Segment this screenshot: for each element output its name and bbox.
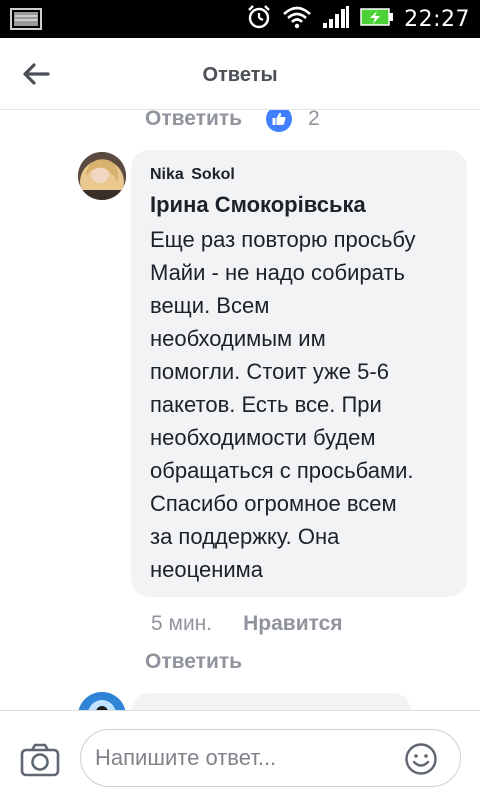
notification-icon	[10, 8, 42, 35]
comment-line: помогли. Стоит уже 5-6	[150, 359, 389, 384]
previous-reply-button[interactable]: Ответить	[145, 110, 242, 131]
smiley-icon	[405, 743, 437, 775]
comment-time: 5 мин.	[151, 612, 213, 635]
comment-line: вещи. Всем	[150, 293, 270, 318]
replies-list[interactable]: Ответить 2 Nika Sokol Ірина Смокорівська…	[0, 110, 480, 710]
wifi-icon	[282, 5, 312, 34]
comment-author[interactable]: Nika Sokol	[150, 164, 449, 186]
comment-line: обращаться с просьбами.	[150, 458, 414, 483]
comment-line: Майи - не надо собирать	[150, 260, 405, 285]
comment-line: необходимым им	[150, 326, 326, 351]
emoji-button[interactable]	[404, 742, 438, 776]
reply-input[interactable]	[95, 730, 395, 786]
comment-line: Спасибо огромное всем	[150, 491, 397, 516]
page-title: Ответы	[202, 64, 278, 86]
reply-composer	[0, 710, 480, 800]
comment-line: Еще раз повторю просьбу	[150, 227, 416, 252]
reply-field[interactable]	[80, 729, 461, 787]
camera-button[interactable]	[20, 743, 60, 777]
comment-meta: 5 мин. Нравится	[151, 612, 343, 636]
clock: 22:27	[404, 6, 470, 32]
avatar[interactable]	[78, 692, 126, 710]
status-bar: 22:27	[0, 0, 480, 38]
app-header: Ответы	[0, 38, 480, 110]
comment-line: неоценима	[150, 557, 264, 582]
comment-line: необходимости будем	[150, 425, 376, 450]
camera-icon	[20, 743, 60, 777]
previous-comment-actions: Ответить 2	[145, 110, 320, 132]
tagged-user[interactable]: Ірина Смокорівська	[150, 189, 449, 221]
avatar[interactable]	[78, 152, 126, 200]
thumbs-up-icon	[266, 110, 293, 132]
alarm-icon	[246, 4, 272, 35]
comment-text: Еще раз повторю просьбу Майи - не надо с…	[150, 223, 449, 586]
battery-charging-icon	[360, 6, 394, 33]
comment-line: за поддержку. Она	[150, 524, 340, 549]
comment-bubble: Nika Sokol Ірина Смокорівська Еще раз по…	[131, 150, 467, 597]
next-comment-bubble	[131, 693, 411, 710]
reply-button[interactable]: Ответить	[145, 650, 242, 674]
like-button[interactable]: Нравится	[243, 612, 342, 636]
like-count: 2	[308, 110, 320, 130]
comment-line: пакетов. Есть все. При	[150, 392, 382, 417]
signal-icon	[322, 5, 350, 34]
